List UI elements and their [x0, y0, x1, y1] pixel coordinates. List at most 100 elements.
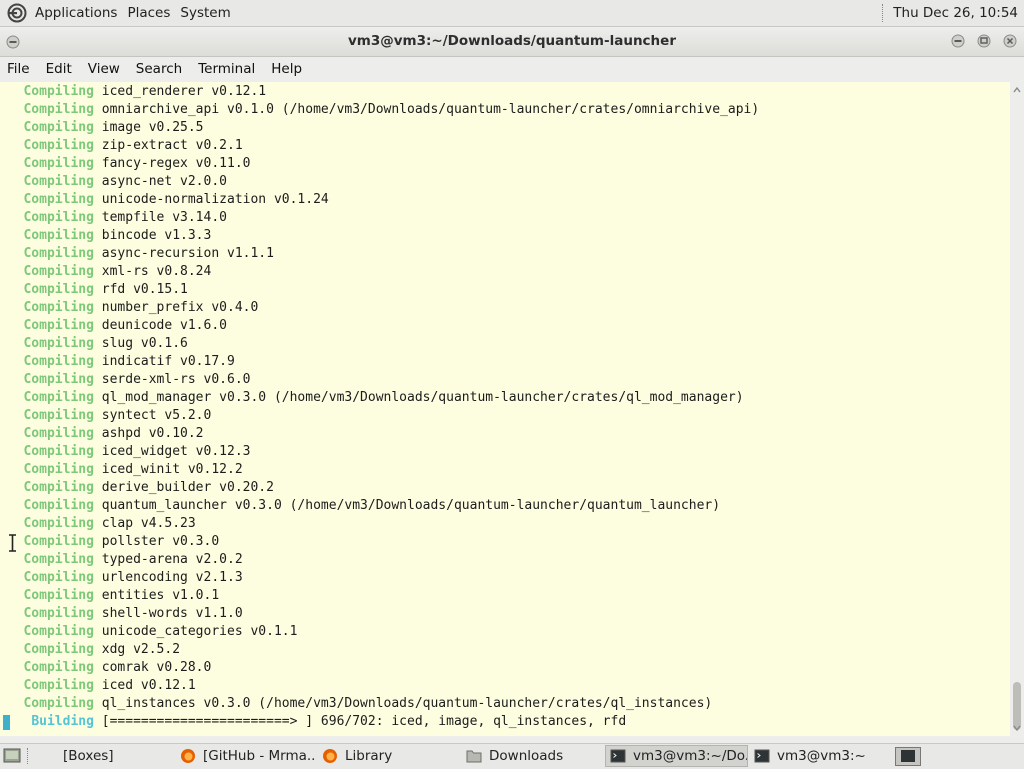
terminal-line-text: zip-extract v0.2.1: [93, 138, 243, 153]
terminal-status-word: Compiling: [23, 534, 94, 549]
terminal-line: Compiling quantum_launcher v0.3.0 (/home…: [0, 497, 720, 515]
terminal-line: Compiling ql_instances v0.3.0 (/home/vm3…: [0, 695, 712, 713]
terminal-line: Compiling unicode_categories v0.1.1: [0, 623, 297, 641]
terminal-status-word: Compiling: [23, 282, 94, 297]
terminal-line: Compiling ql_mod_manager v0.3.0 (/home/v…: [0, 389, 743, 407]
terminal-status-word: Compiling: [23, 570, 94, 585]
terminal-status-word: Compiling: [23, 390, 94, 405]
task-firefox-library[interactable]: Library: [318, 745, 458, 767]
terminal-status-word: Compiling: [23, 660, 94, 675]
terminal-status-word: Compiling: [23, 300, 94, 315]
terminal-line-text: xml-rs v0.8.24: [93, 264, 212, 279]
task-label: Library: [345, 748, 393, 764]
terminal-line-text: bincode v1.3.3: [93, 228, 212, 243]
terminal-status-word: Compiling: [23, 498, 94, 513]
close-icon[interactable]: [1003, 34, 1017, 48]
build-status-word: Building: [31, 714, 94, 729]
scroll-up-arrow-icon[interactable]: [1013, 86, 1021, 94]
terminal-line: Compiling number_prefix v0.4.0: [0, 299, 258, 317]
terminal-scrollbar[interactable]: [1010, 82, 1024, 736]
menu-help[interactable]: Help: [263, 61, 310, 77]
task-terminal-home[interactable]: vm3@vm3:~: [750, 745, 888, 767]
firefox-icon: [181, 749, 195, 763]
task-downloads-folder[interactable]: Downloads: [462, 745, 602, 767]
terminal-status-word: Compiling: [23, 444, 94, 459]
terminal-line-text: derive_builder v0.20.2: [93, 480, 274, 495]
terminal-line-text: iced_renderer v0.12.1: [93, 84, 267, 99]
terminal-status-word: Compiling: [23, 606, 94, 621]
terminal-line: Compiling typed-arena v2.0.2: [0, 551, 243, 569]
terminal-line-text: omniarchive_api v0.1.0 (/home/vm3/Downlo…: [93, 102, 760, 117]
terminal-status-word: Compiling: [23, 426, 94, 441]
terminal-line-text: typed-arena v2.0.2: [93, 552, 243, 567]
terminal-line: Compiling derive_builder v0.20.2: [0, 479, 274, 497]
top-panel: Applications Places System Thu Dec 26, 1…: [0, 0, 1024, 27]
scroll-down-arrow-icon[interactable]: [1013, 724, 1021, 732]
task-boxes[interactable]: [Boxes]: [36, 745, 174, 767]
terminal-line: Compiling rfd v0.15.1: [0, 281, 187, 299]
terminal-status-word: Compiling: [23, 156, 94, 171]
terminal-line: Compiling syntect v5.2.0: [0, 407, 211, 425]
terminal-line: Compiling serde-xml-rs v0.6.0: [0, 371, 250, 389]
workspace-switcher-icon[interactable]: [895, 747, 921, 766]
task-terminal-downloads[interactable]: vm3@vm3:~/Do...: [605, 745, 748, 767]
terminal-status-word: Compiling: [23, 138, 94, 153]
terminal-status-word: Compiling: [23, 408, 94, 423]
terminal-status-word: Compiling: [23, 174, 94, 189]
terminal-line-text: unicode_categories v0.1.1: [93, 624, 298, 639]
terminal-line: Compiling bincode v1.3.3: [0, 227, 211, 245]
distro-logo-icon[interactable]: [6, 3, 28, 23]
task-label: vm3@vm3:~: [777, 748, 866, 764]
places-menu[interactable]: Places: [122, 5, 175, 21]
terminal-line-text: entities v1.0.1: [93, 588, 220, 603]
terminal-status-word: Compiling: [23, 516, 94, 531]
terminal-line-text: pollster v0.3.0: [93, 534, 220, 549]
ibeam-cursor-icon: [9, 534, 16, 552]
menu-search[interactable]: Search: [128, 61, 190, 77]
task-firefox-github[interactable]: [GitHub - Mrma...: [176, 745, 316, 767]
boxes-icon: [40, 748, 56, 764]
menu-edit[interactable]: Edit: [38, 61, 80, 77]
terminal-line: Compiling slug v0.1.6: [0, 335, 187, 353]
minimize-icon[interactable]: [951, 34, 965, 48]
terminal-status-word: Compiling: [23, 480, 94, 495]
applications-menu[interactable]: Applications: [30, 5, 122, 21]
terminal-status-word: Compiling: [23, 210, 94, 225]
task-label: vm3@vm3:~/Do...: [633, 748, 748, 764]
terminal-line-text: iced v0.12.1: [93, 678, 196, 693]
clock[interactable]: Thu Dec 26, 10:54: [885, 5, 1024, 21]
window-titlebar[interactable]: vm3@vm3:~/Downloads/quantum-launcher: [0, 27, 1024, 57]
terminal-status-word: Compiling: [23, 102, 94, 117]
terminal-status-word: Compiling: [23, 246, 94, 261]
firefox-icon: [323, 749, 337, 763]
terminal-line: Compiling ashpd v0.10.2: [0, 425, 203, 443]
build-progress-text: [=======================> ] 696/702: ice…: [93, 714, 627, 729]
scrollbar-thumb[interactable]: [1013, 682, 1021, 730]
terminal-line: Compiling xml-rs v0.8.24: [0, 263, 211, 281]
terminal-line-text: serde-xml-rs v0.6.0: [93, 372, 251, 387]
terminal-status-word: Compiling: [23, 228, 94, 243]
terminal-line-text: fancy-regex v0.11.0: [93, 156, 251, 171]
terminal-status-word: Compiling: [23, 552, 94, 567]
terminal-line: Compiling tempfile v3.14.0: [0, 209, 227, 227]
terminal-line: Compiling image v0.25.5: [0, 119, 203, 137]
menu-terminal[interactable]: Terminal: [190, 61, 263, 77]
terminal-status-word: Compiling: [23, 192, 94, 207]
menu-view[interactable]: View: [80, 61, 128, 77]
terminal-line: Compiling zip-extract v0.2.1: [0, 137, 243, 155]
menu-file[interactable]: File: [0, 61, 38, 77]
terminal-line-text: shell-words v1.1.0: [93, 606, 243, 621]
terminal-status-word: Compiling: [23, 336, 94, 351]
folder-icon: [466, 750, 482, 763]
terminal-line-text: clap v4.5.23: [93, 516, 196, 531]
terminal-output[interactable]: Compiling iced_renderer v0.12.1 Compilin…: [0, 82, 1010, 736]
terminal-line: Compiling async-net v2.0.0: [0, 173, 227, 191]
bottom-taskbar: [Boxes] [GitHub - Mrma... Library Downlo…: [0, 743, 1024, 769]
system-menu[interactable]: System: [175, 5, 235, 21]
show-desktop-icon[interactable]: [3, 748, 21, 764]
terminal-line: Compiling deunicode v1.6.0: [0, 317, 227, 335]
terminal-line-text: number_prefix v0.4.0: [93, 300, 259, 315]
maximize-icon[interactable]: [977, 34, 991, 48]
terminal-line-text: comrak v0.28.0: [93, 660, 212, 675]
terminal-status-word: Compiling: [23, 120, 94, 135]
